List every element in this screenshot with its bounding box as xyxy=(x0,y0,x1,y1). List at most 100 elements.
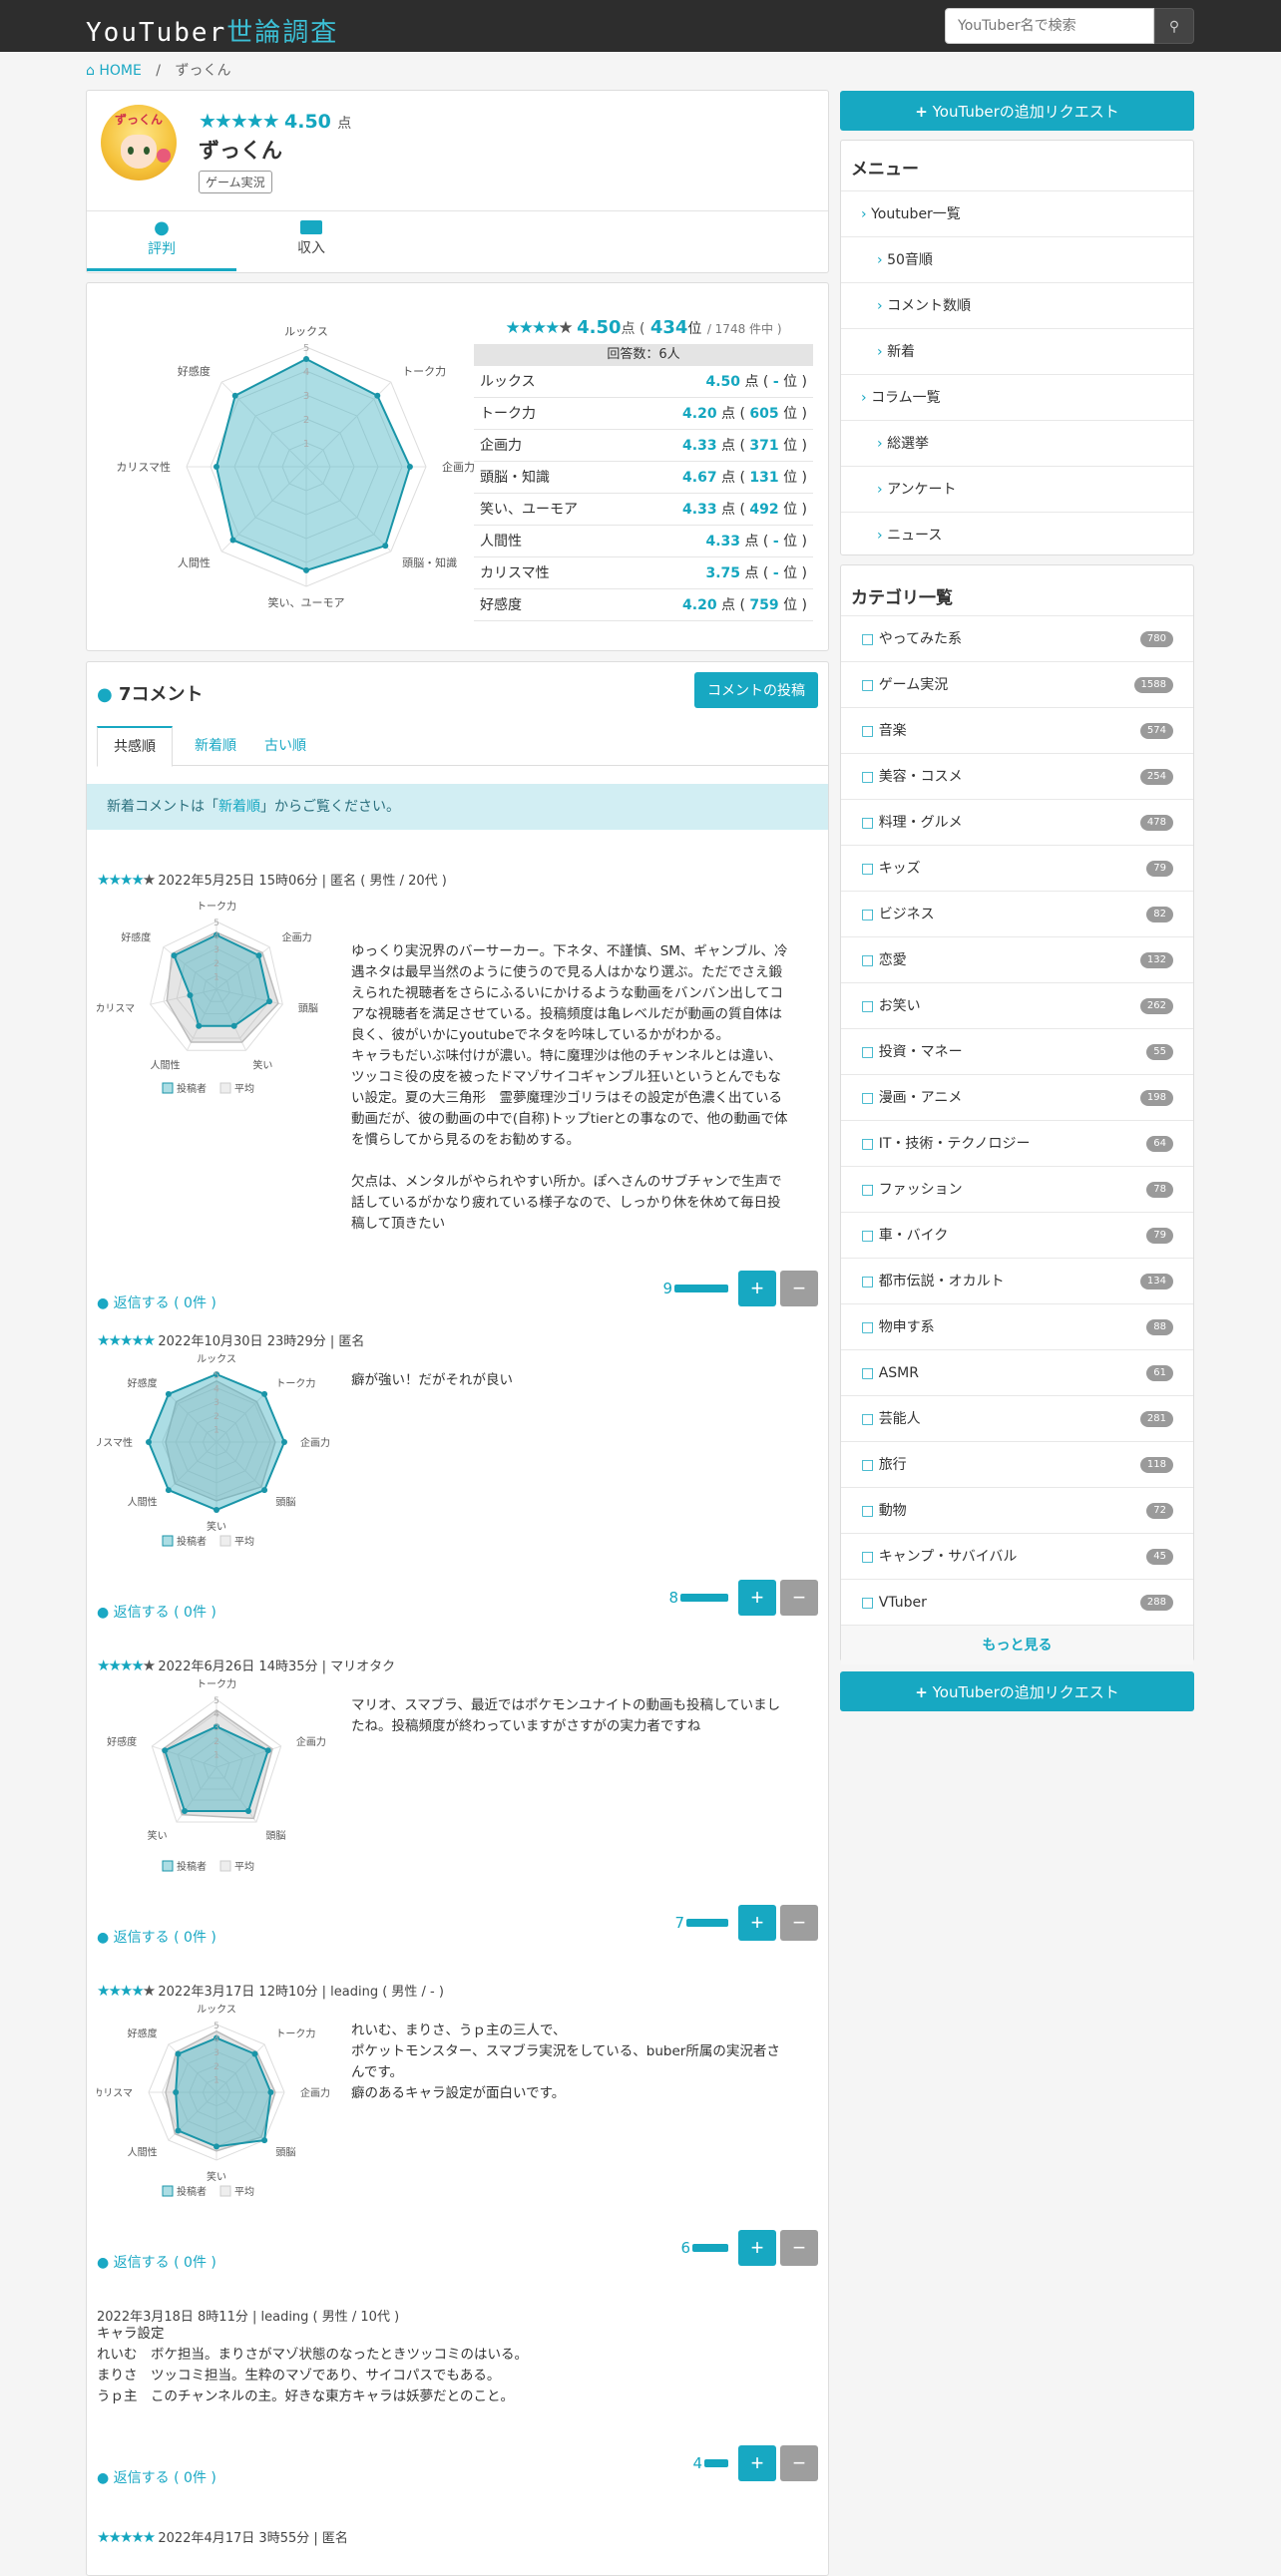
main-radar-point xyxy=(406,464,413,470)
money-icon xyxy=(300,220,322,234)
category-item[interactable]: □ やってみた系 780 xyxy=(841,615,1193,661)
category-item[interactable]: □ 芸能人 281 xyxy=(841,1395,1193,1441)
reply-link[interactable]: ● 返信する ( 0件 ) xyxy=(97,1602,216,1622)
downvote-button[interactable]: − xyxy=(780,2445,818,2481)
search-button[interactable]: ⚲ xyxy=(1154,8,1194,44)
reply-link[interactable]: ● 返信する ( 0件 ) xyxy=(97,2252,216,2272)
comment-item: ★★★★★ 2022年10月30日 23時29分 | 匿名 癖が強い！だがそれが良… xyxy=(87,1310,828,1636)
score-panel: 1 2 3 4 5 ルックス トーク力 企画力 頭脳・知識 笑い、ユーモア 人間性 カリスマ性 好感度 … xyxy=(86,282,829,651)
add-youtuber-request-button-bottom[interactable]: + YouTuberの追加リクエスト xyxy=(840,1671,1194,1711)
category-item[interactable]: □ 旅行 118 xyxy=(841,1441,1193,1487)
comment-meta-text: 2022年3月18日 8時11分 | leading ( 男性 / 10代 ) xyxy=(97,2310,400,2325)
comment-radar-tick-label: 1 xyxy=(214,1750,219,1760)
category-item[interactable]: □ 恋愛 132 xyxy=(841,936,1193,982)
upvote-button[interactable]: + xyxy=(738,1271,776,1306)
notice-link-newest[interactable]: 新着順 xyxy=(218,799,260,815)
comment-radar-axis-label: 企画力 xyxy=(296,1735,326,1748)
comment-radar-chart: 1 2 3 4 5 トーク力企画力頭脳笑い 人間性 カリスマ 好感度投稿者 平均 xyxy=(97,900,318,1095)
comment-radar-chart: 1 2 3 4 5 トーク力企画力頭脳 笑い 好感度投稿者 平均 xyxy=(107,1677,326,1873)
add-youtuber-request-button[interactable]: + YouTuberの追加リクエスト xyxy=(840,91,1194,131)
category-item[interactable]: □ お笑い 262 xyxy=(841,982,1193,1028)
comment-radar-axis-label: 頭脳 xyxy=(265,1830,285,1842)
downvote-button[interactable]: − xyxy=(780,1271,818,1306)
reply-link[interactable]: ● 返信する ( 0件 ) xyxy=(97,1292,216,1312)
category-item[interactable]: □ 都市伝説・オカルト 134 xyxy=(841,1258,1193,1303)
tab-income[interactable]: 収入 xyxy=(236,211,386,271)
summary-rank: 434 xyxy=(649,317,688,338)
upvote-button[interactable]: + xyxy=(738,2230,776,2266)
comment-radar-tick-label: 3 xyxy=(214,945,219,955)
tab-sort-empathy[interactable]: 共感順 xyxy=(97,726,173,767)
folder-icon: □ xyxy=(861,631,875,647)
main-radar-axis-label: トーク力 xyxy=(402,365,446,378)
comment-icon: ● xyxy=(97,2255,110,2271)
comment-radar-axis-label: ルックス xyxy=(197,1353,236,1365)
main-radar-data-area xyxy=(214,357,411,571)
comment-radar-point xyxy=(244,1808,251,1815)
comment-icon: ● xyxy=(154,217,170,238)
menu-item[interactable]: › 新着 xyxy=(841,328,1193,374)
category-item[interactable]: □ 漫画・アニメ 198 xyxy=(841,1074,1193,1120)
comment-radar-axis-label: 好感度 xyxy=(128,1377,158,1390)
comment-radar-point xyxy=(264,1747,271,1754)
tab-review[interactable]: ● 評判 xyxy=(87,211,236,271)
profile-panel: ずっくん ★★★★★ 4.50 点 ずっくん ゲーム実況 ● 評判 収入 xyxy=(86,90,829,273)
downvote-button[interactable]: − xyxy=(780,1905,818,1941)
folder-icon: □ xyxy=(861,1228,875,1244)
upvote-button[interactable]: + xyxy=(738,1580,776,1616)
category-item[interactable]: □ VTuber 288 xyxy=(841,1579,1193,1625)
category-item[interactable]: □ 車・バイク 79 xyxy=(841,1212,1193,1258)
category-count-badge: 78 xyxy=(1146,1182,1173,1198)
folder-icon: □ xyxy=(861,952,875,968)
category-item[interactable]: □ 音楽 574 xyxy=(841,707,1193,753)
downvote-button[interactable]: − xyxy=(780,1580,818,1616)
main-radar-axis-label: ルックス xyxy=(284,325,328,338)
upvote-button[interactable]: + xyxy=(738,2445,776,2481)
category-label: ASMR xyxy=(878,1365,919,1381)
comment-radar-axis-label: 人間性 xyxy=(128,1495,158,1508)
menu-item[interactable]: › アンケート xyxy=(841,466,1193,512)
reply-link[interactable]: ● 返信する ( 0件 ) xyxy=(97,1927,216,1947)
comment-radar-point xyxy=(267,2089,274,2095)
category-item[interactable]: □ IT・技術・テクノロジー 64 xyxy=(841,1120,1193,1166)
category-item[interactable]: □ 料理・グルメ 478 xyxy=(841,799,1193,845)
category-item[interactable]: □ 動物 72 xyxy=(841,1487,1193,1533)
search-input[interactable] xyxy=(945,8,1154,44)
category-item[interactable]: □ キャンプ・サバイバル 45 xyxy=(841,1533,1193,1579)
reply-link[interactable]: ● 返信する ( 0件 ) xyxy=(97,2467,216,2487)
category-item[interactable]: □ 投資・マネー 55 xyxy=(841,1028,1193,1074)
folder-icon: □ xyxy=(861,1319,875,1335)
comment-radar-tick-label: 5 xyxy=(214,2022,219,2031)
category-tag[interactable]: ゲーム実況 xyxy=(199,171,272,193)
breadcrumb-home[interactable]: ⌂ HOME xyxy=(86,63,142,79)
menu-item[interactable]: › コメント数順 xyxy=(841,282,1193,328)
downvote-button[interactable]: − xyxy=(780,2230,818,2266)
post-comment-button[interactable]: コメントの投稿 xyxy=(694,672,818,708)
upvote-button[interactable]: + xyxy=(738,1905,776,1941)
tab-sort-newest[interactable]: 新着順 xyxy=(181,726,250,766)
folder-icon: □ xyxy=(861,677,875,693)
category-label: ゲーム実況 xyxy=(878,677,949,693)
category-item[interactable]: □ ゲーム実況 1588 xyxy=(841,661,1193,707)
category-item[interactable]: □ ビジネス 82 xyxy=(841,891,1193,936)
category-item[interactable]: □ ASMR 61 xyxy=(841,1349,1193,1395)
menu-item[interactable]: › 総選挙 xyxy=(841,420,1193,466)
comment-radar-axis-label: トーク力 xyxy=(275,1377,315,1390)
comment-radar-axis-label: 笑い xyxy=(207,1520,226,1533)
category-item[interactable]: □ キッズ 79 xyxy=(841,845,1193,891)
category-item[interactable]: □ 美容・コスメ 254 xyxy=(841,753,1193,799)
menu-item[interactable]: › コラム一覧 xyxy=(841,374,1193,420)
comment-radar-tick-label: 1 xyxy=(214,2075,219,2085)
avatar: ずっくん xyxy=(101,105,177,181)
menu-item[interactable]: › 50音順 xyxy=(841,236,1193,282)
menu-item[interactable]: › Youtuber一覧 xyxy=(841,190,1193,236)
vote-count: 4 xyxy=(692,2454,702,2472)
site-logo[interactable]: YouTuber世論調査 xyxy=(86,12,338,49)
comment-radar-tick-label: 3 xyxy=(214,2048,219,2058)
tab-sort-oldest[interactable]: 古い順 xyxy=(250,726,320,766)
category-item[interactable]: □ ファッション 78 xyxy=(841,1166,1193,1212)
menu-item[interactable]: › ニュース xyxy=(841,512,1193,557)
more-categories-link[interactable]: もっと見る xyxy=(841,1625,1193,1664)
score-row-label: トーク力 xyxy=(480,406,536,422)
category-item[interactable]: □ 物申す系 88 xyxy=(841,1303,1193,1349)
